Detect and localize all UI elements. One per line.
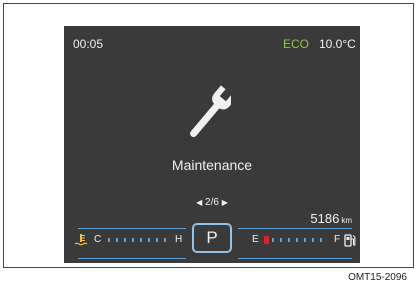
gauge-level-segment (264, 236, 269, 244)
odometer: 5186 km (310, 211, 352, 226)
gauge-segment (288, 238, 290, 242)
fuel-pump-icon (344, 234, 356, 247)
gauge-segment (140, 238, 142, 242)
divider-line (238, 228, 352, 229)
gauge-segment (116, 238, 118, 242)
next-page-icon[interactable]: ▶ (222, 198, 228, 207)
gauge-segment (320, 238, 322, 242)
page-count: 2/6 (205, 197, 219, 208)
odometer-unit: km (341, 216, 352, 225)
gauge-segment (124, 238, 126, 242)
multi-information-display: 00:05 ECO 10.0°C Maintenance ◀ 2/6 ▶ 518… (64, 26, 360, 263)
gauge-segment (312, 238, 314, 242)
divider-line (238, 258, 352, 259)
page-indicator[interactable]: ◀ 2/6 ▶ (64, 197, 360, 208)
gauge-segment (272, 238, 274, 242)
coolant-temperature-icon (74, 234, 88, 246)
fuel-gauge-bar (264, 236, 324, 244)
wrench-icon (190, 85, 231, 138)
divider-line (78, 258, 186, 259)
previous-page-icon[interactable]: ◀ (196, 198, 202, 207)
fuel-full-label: F (334, 234, 341, 245)
gauge-segment (280, 238, 282, 242)
illustration-frame: 00:05 ECO 10.0°C Maintenance ◀ 2/6 ▶ 518… (3, 3, 414, 268)
coolant-low-label: C (94, 234, 102, 245)
clock: 00:05 (73, 37, 104, 51)
outside-temperature: 10.0°C (319, 37, 356, 51)
gauge-segment (148, 238, 150, 242)
fuel-empty-label: E (252, 234, 259, 245)
gauge-segment (164, 238, 166, 242)
divider-line (78, 228, 186, 229)
odometer-value: 5186 (310, 211, 340, 226)
gauge-segment (156, 238, 158, 242)
coolant-gauge-bar (108, 236, 168, 244)
coolant-high-label: H (175, 234, 183, 245)
gear-position-indicator: P (192, 223, 232, 253)
message-title: Maintenance (171, 157, 253, 173)
gauge-segment (296, 238, 298, 242)
eco-indicator: ECO (283, 37, 310, 51)
gauge-segment (304, 238, 306, 242)
gauge-segment (108, 238, 110, 242)
gauge-segment (132, 238, 134, 242)
figure-caption: OMT15-2096 (348, 272, 407, 283)
